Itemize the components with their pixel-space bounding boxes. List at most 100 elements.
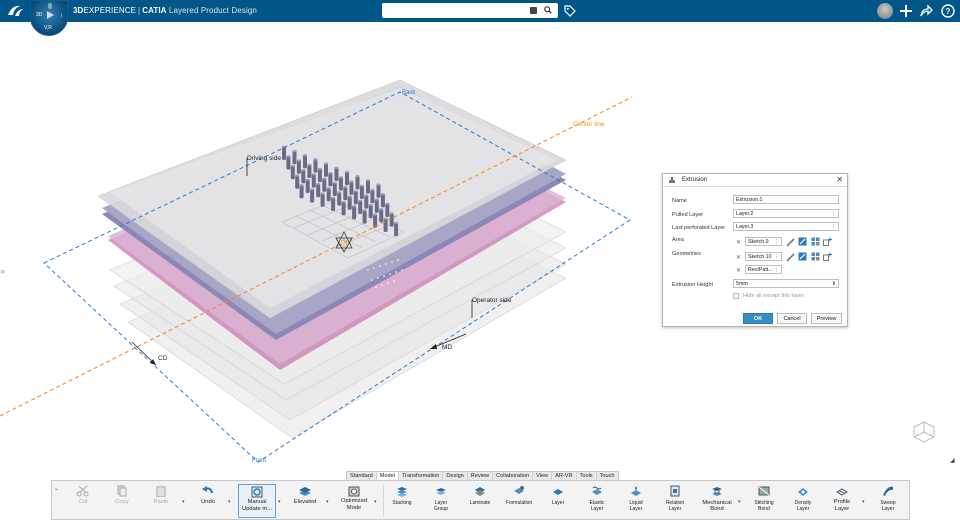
tab-model[interactable]: Model (376, 472, 399, 480)
pillar (307, 164, 312, 178)
copy-button[interactable]: Copy (105, 484, 139, 518)
manual-update-button[interactable]: Manual Update m... (238, 484, 276, 518)
profile-layer-dropdown-icon[interactable]: ▾ (862, 499, 865, 505)
top-bar: 3DEXPERIENCE | CATIA Layered Product Desig… (0, 0, 960, 22)
edit-pencil-icon[interactable] (786, 238, 795, 247)
extrusion-height-field[interactable]: 5mm ⬍ (733, 279, 839, 288)
sketch-icon[interactable] (798, 252, 807, 261)
undo-icon (202, 486, 213, 494)
sketch-icon[interactable] (798, 237, 807, 246)
relation-layer-button[interactable]: Relation Layer (658, 484, 692, 518)
density-layer-button[interactable]: Density Layer (786, 484, 820, 518)
cut-label: Cut (78, 499, 88, 505)
more-options-icon[interactable]: ⋮ (774, 267, 779, 273)
remove-geometry-icon[interactable]: ✕ (736, 267, 741, 274)
elevated-button[interactable]: Elevated (288, 484, 322, 518)
layer-label: Layer (551, 500, 565, 506)
view-cube-icon[interactable] (910, 418, 938, 444)
remove-area-icon[interactable]: ✕ (736, 239, 741, 246)
cancel-button[interactable]: Cancel (777, 313, 807, 324)
stacking-button[interactable]: Stacking (385, 484, 419, 518)
dialog-titlebar[interactable]: Extrusion ✕ (663, 174, 847, 187)
add-geometry-icon[interactable] (823, 252, 832, 261)
edit-pencil-icon[interactable] (786, 253, 795, 262)
preview-button[interactable]: Preview (811, 313, 842, 324)
ds-logo-icon[interactable] (6, 3, 24, 19)
tab-tools[interactable]: Tools (577, 472, 597, 480)
more-options-icon[interactable]: ⋮ (774, 254, 779, 260)
spinner-icon[interactable]: ⬍ (832, 281, 836, 287)
pillar-cap (334, 166, 339, 169)
pillar (311, 173, 316, 188)
play-icon[interactable] (47, 11, 54, 19)
paste-dropdown-icon[interactable]: ▾ (182, 499, 185, 505)
optimized-mode-button[interactable]: Optimized Mode (335, 484, 373, 518)
pillar-cap (355, 175, 360, 178)
layer-button[interactable]: Layer (541, 484, 575, 518)
mechanical-bond-button[interactable]: Mechanical Bond (697, 484, 737, 518)
undo-button[interactable]: Undo (191, 484, 225, 518)
plus-icon[interactable] (899, 3, 913, 19)
name-field[interactable]: Extrusion.1 (733, 195, 839, 204)
tab-transformation[interactable]: Transformation (399, 472, 444, 480)
more-options-icon[interactable]: ⋮ (774, 239, 779, 245)
pillar-cap (313, 158, 318, 161)
add-geometry-icon[interactable] (823, 237, 832, 246)
geometry-value-1: Sketch.10 (748, 254, 772, 260)
clear-search-icon[interactable] (530, 7, 537, 14)
left-panel-expand-icon[interactable]: » (0, 266, 5, 276)
cut-button[interactable]: Cut (66, 484, 100, 518)
pillar (303, 154, 307, 169)
more-options-icon[interactable]: ⋮ (831, 224, 836, 230)
close-icon[interactable]: ✕ (836, 175, 843, 184)
elevated-dropdown-icon[interactable]: ▾ (326, 499, 329, 505)
user-avatar-icon[interactable] (877, 3, 893, 19)
tab-ar-vr[interactable]: AR-VR (552, 472, 577, 480)
pattern-icon[interactable] (811, 237, 820, 246)
tab-standard[interactable]: Standard (347, 472, 377, 480)
resize-corner-icon[interactable]: ◢ (950, 457, 955, 464)
collapse-icon[interactable]: ⌄ (54, 485, 59, 492)
undo-label: Undo (201, 499, 215, 505)
more-options-icon[interactable]: ⋮ (831, 211, 836, 217)
tag-icon[interactable] (564, 5, 576, 17)
tab-collaboration[interactable]: Collaboration (493, 472, 534, 480)
paste-button[interactable]: Paste (144, 484, 178, 518)
manual-update-dropdown-icon[interactable]: ▾ (278, 499, 281, 505)
elastic-layer-button[interactable]: Elastic Layer (580, 484, 614, 518)
search-icon[interactable] (544, 6, 552, 14)
help-icon[interactable]: ? (941, 3, 955, 19)
tab-design[interactable]: Design (443, 472, 468, 480)
tab-touch[interactable]: Touch (597, 472, 618, 480)
laminate-button[interactable]: Laminate (463, 484, 497, 518)
layer-group-button[interactable]: Layer Group (424, 484, 458, 518)
tab-view[interactable]: View (533, 472, 553, 480)
stitching-bond-icon (758, 486, 770, 496)
mechanical-bond-dropdown-icon[interactable]: ▾ (738, 499, 741, 505)
pillar (385, 203, 390, 217)
geometry-field-1[interactable]: Sketch.10 ⋮ (745, 252, 782, 261)
pillar (292, 150, 297, 165)
pattern-icon[interactable] (811, 252, 820, 261)
pillar (332, 182, 337, 196)
tab-review[interactable]: Review (468, 472, 494, 480)
remove-geometry-icon[interactable]: ✕ (736, 254, 741, 261)
formulation-button[interactable]: Formulation (502, 484, 536, 518)
undo-dropdown-icon[interactable]: ▾ (228, 499, 231, 505)
last-perforated-field[interactable]: Layer.3 ⋮ (733, 222, 839, 231)
sweep-layer-button[interactable]: Sweep Layer (871, 484, 905, 518)
geometry-field-2[interactable]: RectPatt... ⋮ (745, 265, 782, 274)
share-icon[interactable] (919, 3, 933, 19)
ok-button[interactable]: OK (743, 313, 773, 324)
stitching-bond-button[interactable]: Stitching Bond (747, 484, 781, 518)
optimized-mode-dropdown-icon[interactable]: ▾ (374, 499, 377, 505)
liquid-layer-button[interactable]: Liquid Layer (619, 484, 653, 518)
hide-all-checkbox[interactable] (733, 293, 739, 299)
pillar-cap (353, 190, 358, 193)
profile-layer-button[interactable]: Profile Layer (825, 484, 859, 518)
pulled-layer-field[interactable]: Layer.2 ⋮ (733, 209, 839, 218)
manual-update-label-1: Manual (247, 499, 267, 505)
search-input[interactable] (385, 4, 525, 16)
search-box[interactable] (382, 3, 558, 18)
area-field[interactable]: Sketch.9 ⋮ (745, 237, 782, 246)
